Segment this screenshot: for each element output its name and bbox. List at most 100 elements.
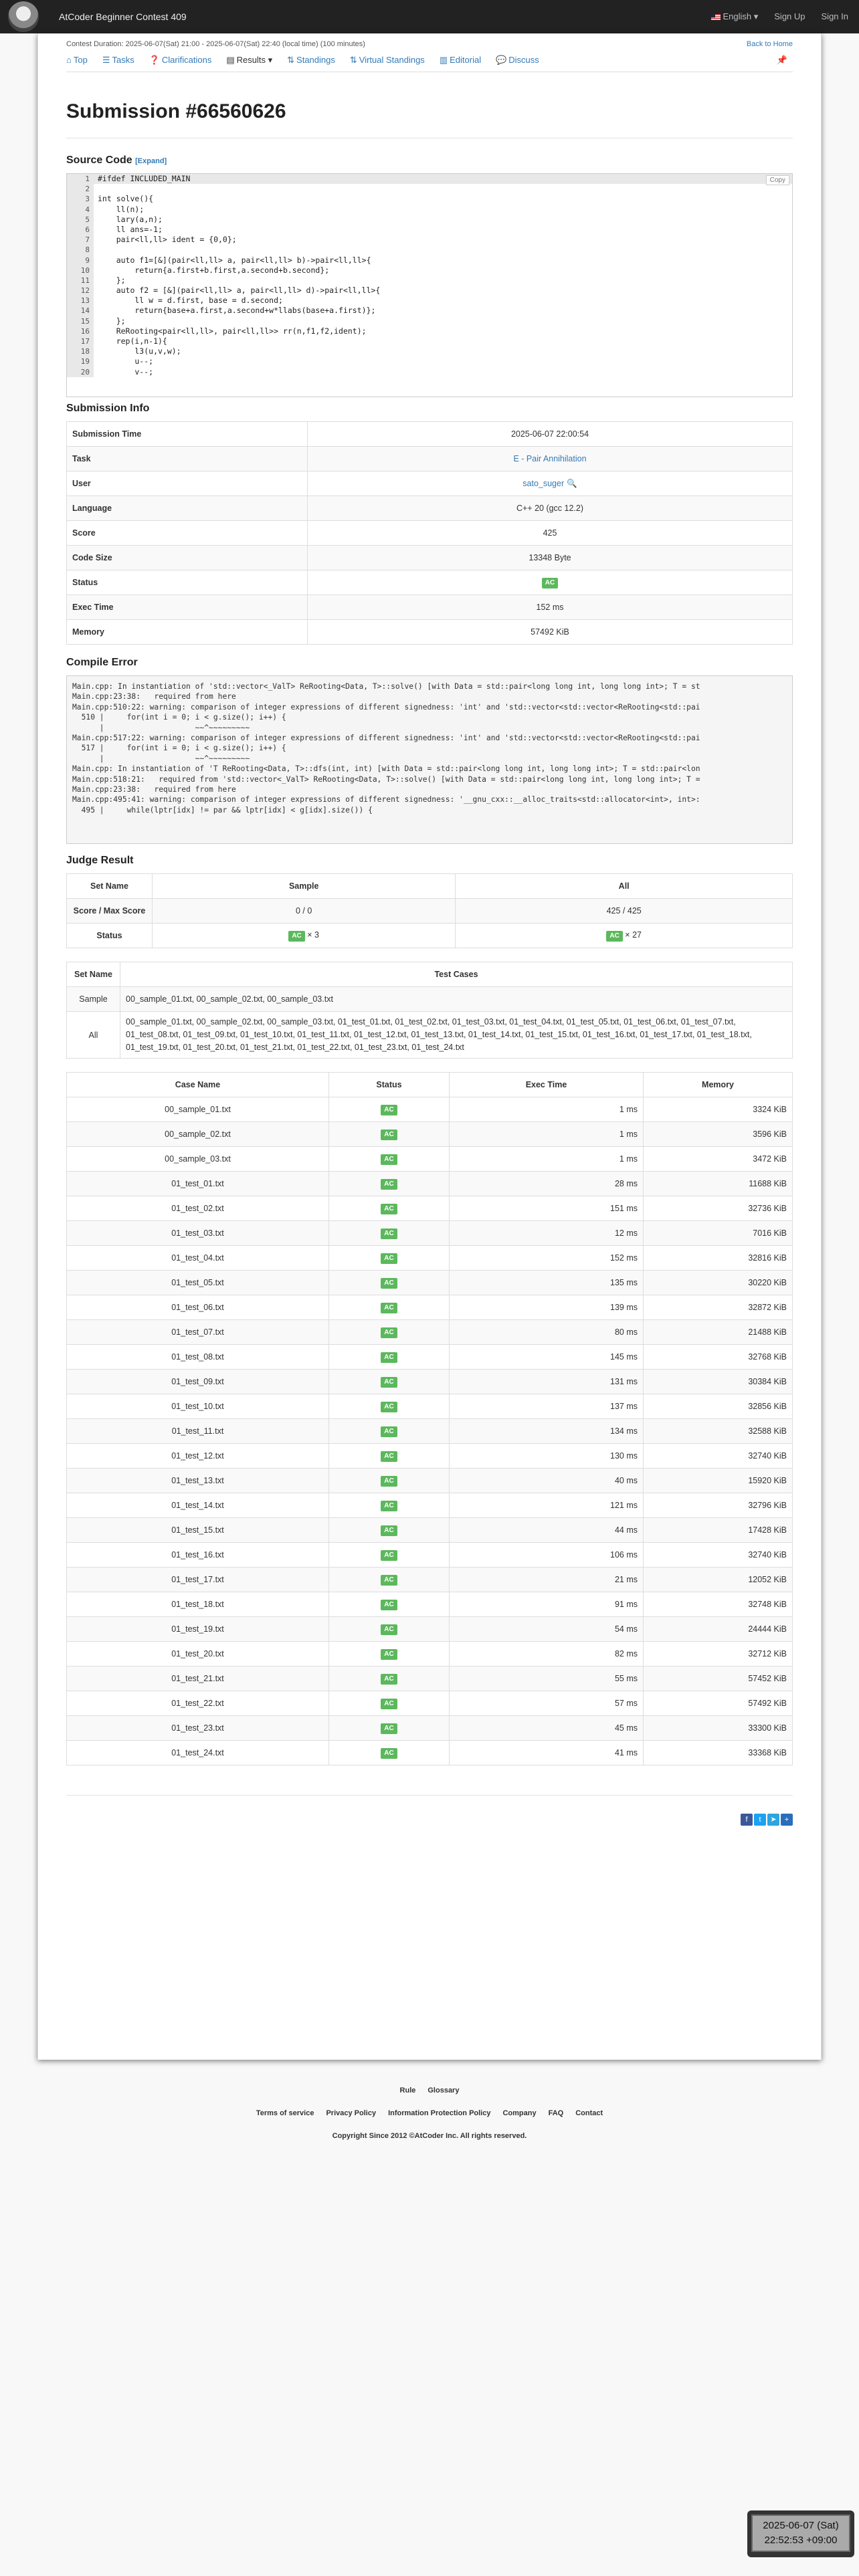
tab-label: Clarifications [161, 55, 212, 65]
line-number: 1 [67, 174, 94, 185]
case-status: AC [328, 1121, 450, 1147]
case-status: AC [328, 1319, 450, 1345]
case-status: AC [328, 1715, 450, 1741]
code-line: 9 auto f1=[&](pair<ll,ll> a, pair<ll,ll>… [67, 255, 792, 265]
case-name: 01_test_21.txt [66, 1666, 329, 1691]
signin-link[interactable]: Sign In [822, 11, 848, 22]
info-row: User sato_suger 🔍 [66, 471, 793, 496]
case-status: AC [328, 1146, 450, 1172]
info-row: Submission Time 2025-06-07 22:00:54 [66, 421, 793, 447]
telegram-icon[interactable]: ➤ [767, 1814, 779, 1826]
col-case-name: Case Name [66, 1072, 329, 1097]
case-name: 01_test_11.txt [66, 1418, 329, 1444]
tab-tasks[interactable]: ☰ Tasks [102, 55, 134, 72]
tab-clarifications[interactable]: ❓ Clarifications [149, 55, 212, 72]
case-exec-time: 1 ms [449, 1146, 644, 1172]
atcoder-logo[interactable] [8, 1, 39, 32]
compile-line: 510 | for(int i = 0; i < g.size(); i++) … [72, 713, 286, 722]
tab-results[interactable]: ▤ Results ▾ [226, 55, 272, 72]
tab-label: Discuss [508, 55, 539, 65]
signup-link[interactable]: Sign Up [774, 11, 805, 22]
line-number: 5 [67, 214, 94, 225]
case-name: 01_test_06.txt [66, 1295, 329, 1320]
line-text: }; [98, 316, 126, 326]
status-badge: AC [381, 1154, 397, 1165]
contest-brand[interactable]: AtCoder Beginner Contest 409 [59, 11, 187, 22]
line-text: return{base+a.first,a.second+w*llabs(bas… [98, 306, 376, 316]
case-name: 01_test_01.txt [66, 1171, 329, 1196]
line-text: v--; [98, 366, 154, 377]
case-name: 00_sample_01.txt [66, 1097, 329, 1122]
test-cases-table: Case Name Status Exec Time Memory 00_sam… [66, 1072, 793, 1765]
footer-link[interactable]: Contact [575, 2109, 603, 2117]
line-number: 18 [67, 346, 94, 357]
back-home-link[interactable]: Back to Home [747, 40, 793, 48]
tab-top[interactable]: ⌂ Top [66, 55, 88, 72]
task-link[interactable]: E - Pair Annihilation [513, 454, 586, 463]
source-code-block[interactable]: Copy 1 #ifdef INCLUDED_MAIN 2 3 int solve(){… [66, 173, 793, 397]
line-text: }; [98, 275, 126, 285]
info-row: Memory 57492 KiB [66, 619, 793, 645]
line-number: 13 [67, 296, 94, 306]
tab-discuss[interactable]: 💬 Discuss [496, 55, 539, 72]
case-exec-time: 106 ms [449, 1542, 644, 1568]
tab-editorial[interactable]: ▥ Editorial [440, 55, 481, 72]
case-name: 01_test_04.txt [66, 1245, 329, 1271]
line-number: 4 [67, 204, 94, 215]
pin-icon[interactable]: 📌 [777, 55, 787, 72]
footer-link[interactable]: Rule [400, 2086, 416, 2095]
code-line: 19 u--; [67, 356, 792, 367]
table-row: 01_test_08.txt AC 145 ms 32768 KiB [66, 1344, 793, 1370]
sample-count: × 3 [307, 930, 319, 940]
code-line: 16 ReRooting<pair<ll,ll>, pair<ll,ll>> r… [67, 326, 792, 336]
compile-line: Main.cpp:518:21: required from 'std::vec… [72, 774, 700, 784]
search-icon[interactable]: 🔍 [567, 479, 577, 488]
code-line: 3 int solve(){ [67, 194, 792, 205]
info-value: sato_suger 🔍 [307, 471, 793, 496]
twitter-icon[interactable]: t [754, 1814, 766, 1826]
add-share-icon[interactable]: + [781, 1814, 793, 1826]
footer-links-secondary: Terms of service Privacy Policy Informatio… [0, 2109, 859, 2117]
footer-link[interactable]: Information Protection Policy [388, 2109, 490, 2117]
case-name: 01_test_16.txt [66, 1542, 329, 1568]
footer-link[interactable]: Company [502, 2109, 536, 2117]
line-text: auto f1=[&](pair<ll,ll> a, pair<ll,ll> b… [98, 255, 371, 265]
ac-badge: AC [288, 930, 305, 942]
case-exec-time: 82 ms [449, 1641, 644, 1667]
tab-virtual-standings[interactable]: ⇅ Virtual Standings [350, 55, 425, 72]
line-number: 17 [67, 336, 94, 347]
status-badge: AC [381, 1178, 397, 1190]
table-row: 00_sample_01.txt AC 1 ms 3324 KiB [66, 1097, 793, 1122]
copy-button[interactable]: Copy [765, 175, 789, 185]
info-value: 152 ms [307, 595, 793, 620]
line-number: 8 [67, 245, 94, 255]
info-row: Task E - Pair Annihilation [66, 446, 793, 471]
case-exec-time: 1 ms [449, 1121, 644, 1147]
footer-link[interactable]: Terms of service [256, 2109, 314, 2117]
footer-link[interactable]: FAQ [549, 2109, 564, 2117]
footer-link[interactable]: Privacy Policy [326, 2109, 376, 2117]
table-row: 01_test_02.txt AC 151 ms 32736 KiB [66, 1196, 793, 1221]
facebook-icon[interactable]: f [741, 1814, 753, 1826]
compile-lines: Main.cpp: In instantiation of 'std::vect… [72, 681, 787, 815]
compile-line: | ~~^~~~~~~~~~ [72, 754, 250, 763]
col-sample: Sample [151, 873, 456, 899]
main-container: Contest Duration: 2025-06-07(Sat) 21:00 … [37, 33, 822, 2060]
info-value: AC [307, 570, 793, 595]
language-dropdown[interactable]: English ▾ [711, 11, 758, 22]
set-name: Sample [66, 986, 120, 1012]
test-sets-table: Set Name Test Cases Sample 00_sample_01.… [66, 962, 793, 1059]
user-link[interactable]: sato_suger [522, 479, 564, 488]
info-row: Code Size 13348 Byte [66, 545, 793, 570]
compile-line: Main.cpp:495:41: warning: comparison of … [72, 795, 700, 804]
info-label: Task [66, 446, 308, 471]
case-exec-time: 21 ms [449, 1567, 644, 1592]
language-label: English [723, 11, 752, 21]
expand-link[interactable]: [Expand] [135, 157, 167, 165]
table-row: 01_test_24.txt AC 41 ms 33368 KiB [66, 1740, 793, 1765]
footer-link[interactable]: Glossary [427, 2086, 459, 2095]
tab-standings[interactable]: ⇅ Standings [287, 55, 335, 72]
table-row: 01_test_03.txt AC 12 ms 7016 KiB [66, 1220, 793, 1246]
case-name: 01_test_14.txt [66, 1493, 329, 1518]
footer: Rule Glossary Terms of service Privacy Pol… [0, 2086, 859, 2140]
